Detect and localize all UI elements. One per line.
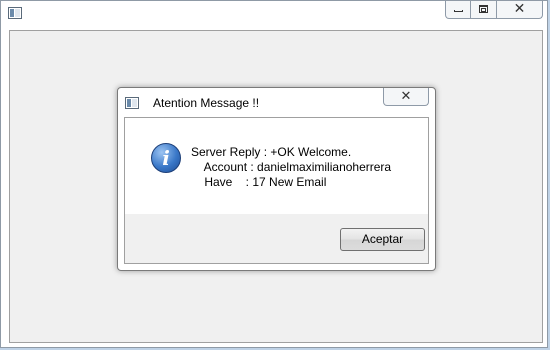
maximize-button[interactable] (471, 1, 497, 19)
minimize-icon (454, 10, 463, 12)
atention-message-dialog: Atention Message !! ✕ i Server Reply : +… (117, 87, 436, 271)
dialog-titlebar[interactable]: Atention Message !! ✕ (118, 88, 435, 116)
message-line-have: Have : 17 New Email (191, 175, 327, 189)
aceptar-button[interactable]: Aceptar (340, 228, 425, 251)
restore-icon (479, 5, 488, 13)
close-icon: ✕ (513, 1, 526, 17)
main-titlebar[interactable]: ✕ (1, 1, 547, 27)
window-controls: ✕ (445, 1, 543, 19)
minimize-button[interactable] (445, 1, 471, 19)
message-line-server-reply: Server Reply : +OK Welcome. (191, 145, 352, 159)
dialog-title: Atention Message !! (153, 96, 260, 110)
dialog-body: i Server Reply : +OK Welcome. Account : … (124, 117, 429, 264)
info-icon: i (151, 143, 181, 173)
close-icon: ✕ (400, 89, 412, 104)
message-area: i Server Reply : +OK Welcome. Account : … (125, 118, 428, 214)
dialog-close-button[interactable]: ✕ (383, 88, 429, 106)
message-line-account: Account : danielmaximilianoherrera (191, 160, 392, 174)
app-window-icon[interactable] (8, 7, 22, 19)
message-text: Server Reply : +OK Welcome. Account : da… (191, 145, 391, 190)
close-button[interactable]: ✕ (497, 1, 543, 19)
dialog-window-icon[interactable] (125, 97, 139, 109)
